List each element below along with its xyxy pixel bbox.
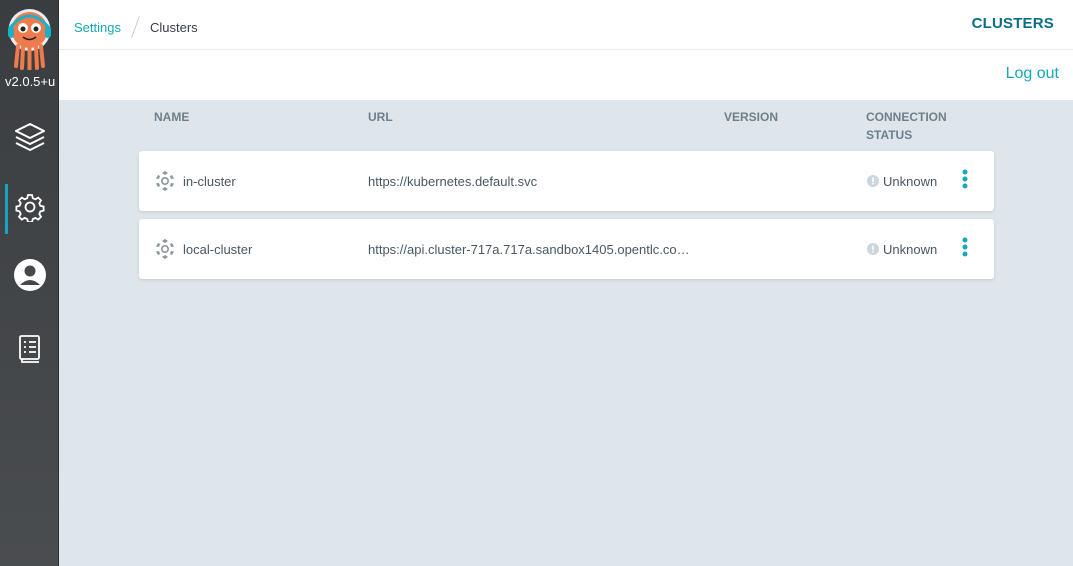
column-header-status-line2: STATUS	[866, 128, 913, 142]
cluster-url: https://kubernetes.default.svc	[368, 173, 538, 189]
cluster-name: in-cluster	[183, 173, 236, 189]
column-header-name: NAME	[154, 110, 190, 124]
connection-status-label: Unknown	[883, 173, 938, 189]
column-header-version: VERSION	[724, 110, 779, 124]
action-bar: Log out	[59, 50, 1073, 100]
unknown-status-icon	[867, 243, 879, 255]
sidebar: v2.0.5+u	[0, 0, 59, 566]
gear-icon	[15, 192, 45, 227]
connection-status-cell: Unknown	[867, 151, 937, 211]
cluster-name: local-cluster	[183, 241, 253, 257]
cluster-url-cell: https://api.cluster-717a.717a.sandbox140…	[368, 219, 698, 279]
table-row[interactable]: in-cluster https://kubernetes.default.sv…	[139, 151, 994, 211]
version-label: v2.0.5+u	[5, 74, 56, 89]
cluster-icon	[154, 170, 176, 192]
breadcrumb-settings-link[interactable]: Settings	[74, 20, 121, 35]
page-title: CLUSTERS	[971, 15, 1054, 32]
cluster-url: https://api.cluster-717a.717a.sandbox140…	[368, 241, 698, 257]
table-row[interactable]: local-cluster https://api.cluster-717a.7…	[139, 219, 994, 279]
column-header-url: URL	[368, 110, 393, 124]
unknown-status-icon	[867, 175, 879, 187]
kebab-icon	[962, 237, 968, 262]
row-actions-menu-button[interactable]	[955, 237, 975, 261]
docs-icon	[18, 334, 42, 369]
column-header-status-line1: CONNECTION	[866, 110, 947, 124]
argo-logo[interactable]	[6, 8, 53, 71]
row-actions-menu-button[interactable]	[955, 169, 975, 193]
connection-status-label: Unknown	[883, 241, 938, 257]
logout-link[interactable]: Log out	[1006, 65, 1059, 83]
breadcrumb-separator	[131, 16, 140, 38]
nav-documentation[interactable]	[0, 326, 59, 376]
cluster-icon	[154, 238, 176, 260]
layers-icon	[13, 120, 47, 159]
nav-settings[interactable]	[0, 184, 59, 234]
nav-applications[interactable]	[0, 114, 59, 164]
breadcrumb: Settings Clusters	[74, 16, 198, 38]
connection-status-cell: Unknown	[867, 219, 937, 279]
user-icon	[13, 258, 47, 297]
breadcrumb-current: Clusters	[149, 19, 198, 35]
kebab-icon	[962, 169, 968, 194]
top-bar: Settings Clusters CLUSTERS	[59, 0, 1073, 50]
column-header-connection-status: CONNECTION STATUS	[866, 108, 947, 144]
nav-user-info[interactable]	[0, 252, 59, 302]
cluster-name-cell: local-cluster	[154, 219, 252, 279]
cluster-name-cell: in-cluster	[154, 151, 236, 211]
cluster-url-cell: https://kubernetes.default.svc	[368, 151, 698, 211]
